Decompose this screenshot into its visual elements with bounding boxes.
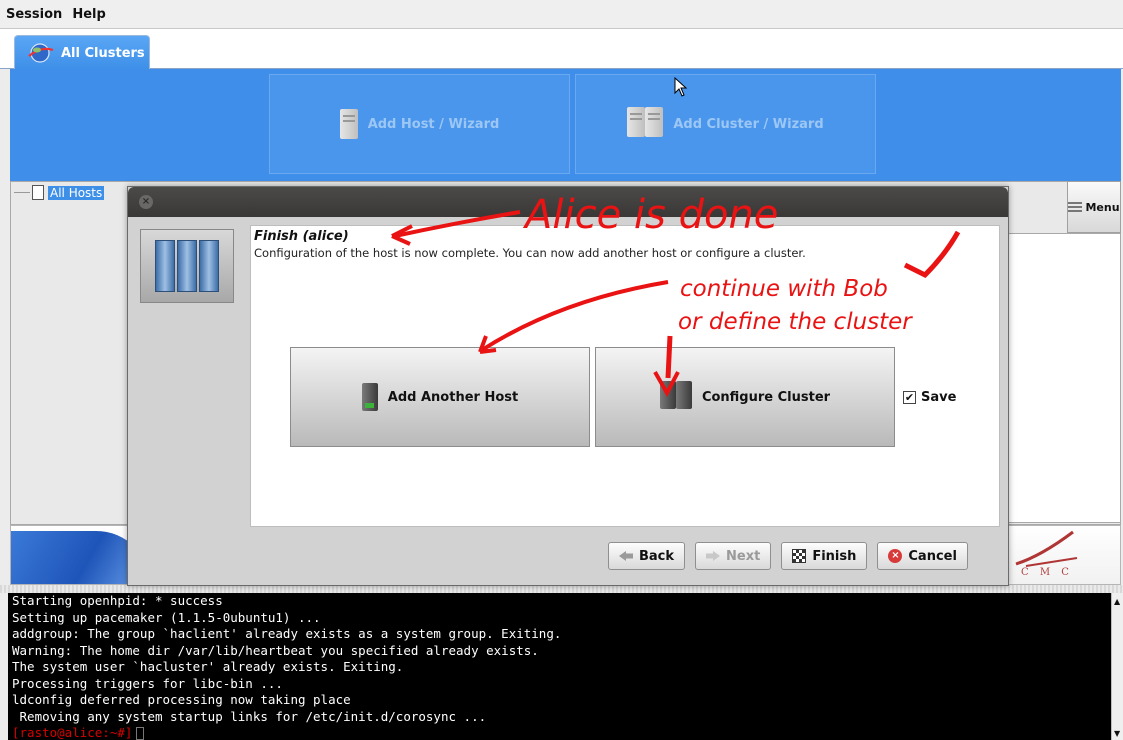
back-arrow-icon (619, 551, 633, 561)
tab-label: All Clusters (61, 45, 145, 61)
save-label: Save (921, 390, 957, 405)
terminal-output[interactable]: Starting openhpid: * success Setting up … (8, 593, 1111, 740)
terminal-line: Processing triggers for libc-bin ... (12, 675, 283, 691)
terminal-line: Warning: The home dir /var/lib/heartbeat… (12, 642, 539, 658)
add-host-wizard-label: Add Host / Wizard (367, 116, 500, 132)
terminal-line: Starting openhpid: * success (12, 593, 223, 608)
next-label: Next (726, 548, 761, 564)
dialog-description: Configuration of the host is now complet… (254, 246, 806, 260)
finish-button[interactable]: Finish (781, 542, 868, 570)
terminal-line: ldconfig deferred processing now taking … (12, 692, 351, 707)
cluster-icon (627, 107, 664, 141)
split-pane-divider[interactable] (0, 585, 1123, 593)
terminal-line: Setting up pacemaker (1.1.5-0ubuntu1) ..… (12, 609, 321, 625)
tree-node-all-hosts[interactable]: All Hosts (32, 185, 105, 200)
cluster-icon (659, 381, 692, 413)
add-host-wizard-button[interactable]: Add Host / Wizard (269, 74, 570, 174)
tree-node-label: All Hosts (48, 185, 105, 200)
cancel-icon: × (888, 549, 903, 563)
add-another-host-label: Add Another Host (387, 389, 519, 405)
finish-label: Finish (812, 548, 857, 564)
info-panel (1008, 233, 1121, 523)
cancel-button[interactable]: × Cancel (877, 542, 968, 570)
dialog-heading: Finish (alice) (254, 229, 349, 244)
menubar: Session Help (0, 0, 1123, 29)
mouse-pointer-icon (674, 76, 688, 101)
checkered-flag-icon (792, 549, 807, 563)
terminal-line: The system user `hacluster' already exis… (12, 659, 404, 674)
dialog-button-bar: Back Next Finish × Cancel (608, 542, 968, 570)
configure-cluster-button[interactable]: Configure Cluster (595, 347, 895, 447)
cancel-label: Cancel (908, 548, 957, 564)
add-another-host-button[interactable]: Add Another Host (290, 347, 590, 447)
add-cluster-wizard-label: Add Cluster / Wizard (673, 116, 824, 132)
menu-button[interactable]: Menu (1067, 181, 1121, 233)
checkmark-icon: ✔ (903, 391, 916, 404)
lcmc-logo-icon (1015, 530, 1078, 567)
close-icon[interactable]: × (139, 195, 153, 209)
add-cluster-wizard-button[interactable]: Add Cluster / Wizard (575, 74, 876, 174)
tab-row: All Clusters (0, 29, 1123, 70)
save-checkbox[interactable]: ✔ Save (903, 390, 956, 405)
cluster-servers-icon (140, 229, 234, 303)
document-icon (32, 185, 44, 200)
lcmc-logo-text: C M C (1021, 567, 1073, 578)
terminal-line: addgroup: The group `haclient' already e… (12, 626, 562, 641)
server-icon (339, 109, 358, 139)
tree-line (14, 192, 30, 193)
dialog-titlebar: × (128, 187, 1008, 217)
back-button[interactable]: Back (608, 542, 686, 570)
terminal-line: Removing any system startup links for /e… (12, 708, 487, 724)
globe-icon (27, 42, 55, 64)
tab-all-clusters[interactable]: All Clusters (14, 35, 150, 70)
scroll-down-icon[interactable]: ▼ (1114, 729, 1120, 738)
menu-help[interactable]: Help (72, 7, 105, 22)
terminal-scrollbar[interactable]: ▲ ▼ (1111, 593, 1123, 740)
back-label: Back (639, 548, 675, 564)
next-arrow-icon (706, 551, 720, 561)
hamburger-icon (1068, 202, 1083, 212)
next-button[interactable]: Next (695, 542, 772, 570)
menu-session[interactable]: Session (6, 7, 62, 22)
terminal-prompt: [rasto@alice:~#] (12, 725, 133, 740)
configure-cluster-label: Configure Cluster (701, 389, 831, 405)
terminal-cursor (136, 727, 145, 740)
finish-dialog: × Finish (alice) Configuration of the ho… (127, 186, 1009, 586)
scroll-up-icon[interactable]: ▲ (1114, 597, 1120, 606)
menu-button-label: Menu (1085, 200, 1120, 214)
toolbar: Add Host / Wizard Add Cluster / Wizard (10, 69, 1121, 181)
server-icon (361, 383, 378, 411)
